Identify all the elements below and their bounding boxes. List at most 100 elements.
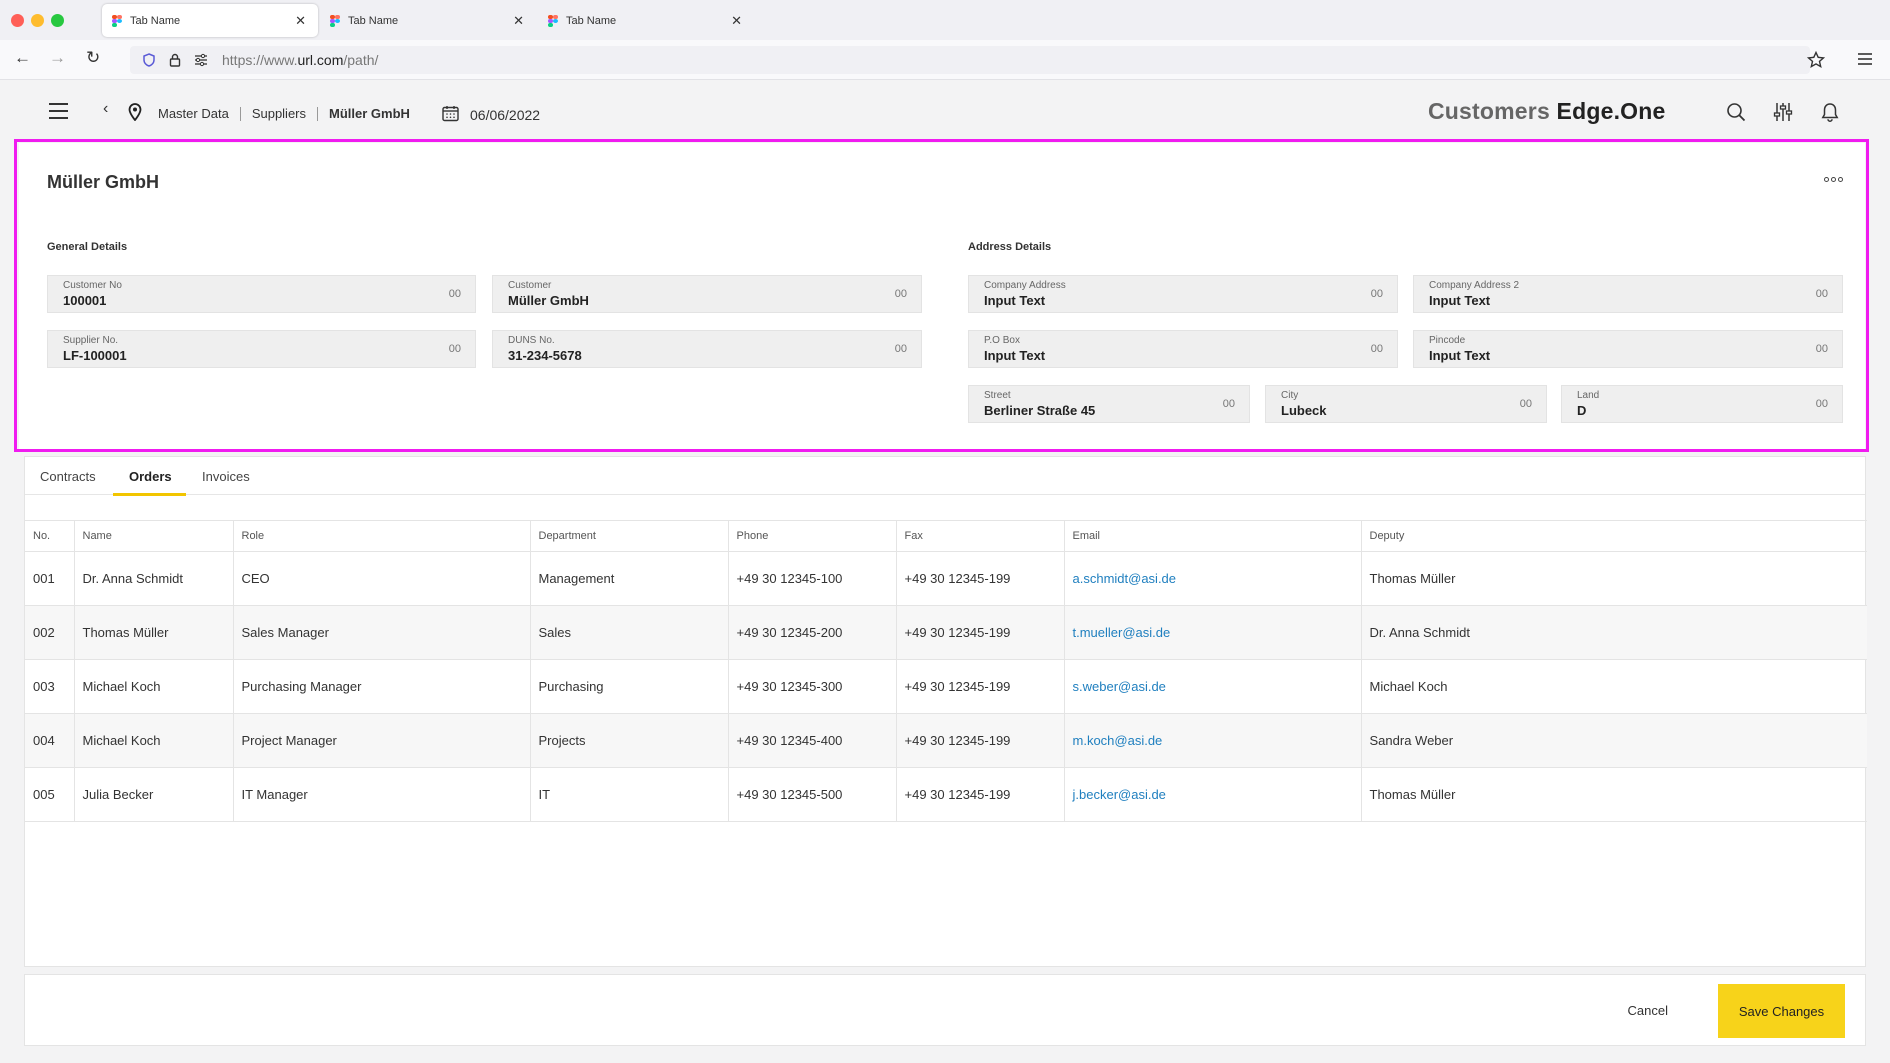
close-icon[interactable]: ✕ — [295, 13, 306, 29]
cell-email-link[interactable]: s.weber@asi.de — [1064, 659, 1362, 714]
land-field[interactable]: Land D 00 — [1561, 385, 1843, 423]
action-footer: Cancel Save Changes — [24, 974, 1866, 1046]
field-value: Müller GmbH — [508, 293, 589, 308]
brand-part-2: Edge.One — [1556, 98, 1666, 124]
save-changes-button[interactable]: Save Changes — [1718, 984, 1845, 1038]
app-header: ‹ Master Data Suppliers Müller GmbH 06/0… — [0, 81, 1890, 143]
field-suffix: 00 — [1519, 398, 1532, 410]
cell-department: Projects — [530, 713, 729, 768]
cell-email-link[interactable]: j.becker@asi.de — [1064, 767, 1362, 822]
url-text[interactable]: https://www.url.com/path/ — [222, 52, 378, 68]
column-header-deputy[interactable]: Deputy — [1361, 520, 1867, 552]
cell-fax: +49 30 12345-199 — [896, 659, 1065, 714]
more-options-icon[interactable] — [1824, 177, 1843, 182]
cell-fax: +49 30 12345-199 — [896, 551, 1065, 606]
cell-email-link[interactable]: a.schmidt@asi.de — [1064, 551, 1362, 606]
tab-invoices[interactable]: Invoices — [202, 469, 250, 484]
street-field[interactable]: Street Berliner Straße 45 00 — [968, 385, 1250, 423]
breadcrumb-item-master-data[interactable]: Master Data — [158, 106, 229, 121]
column-header-name[interactable]: Name — [74, 520, 234, 552]
window-close-button[interactable] — [11, 14, 24, 27]
reload-icon[interactable]: ↻ — [86, 48, 100, 68]
brand-logo: Customers Edge.One — [1428, 98, 1666, 125]
table-row[interactable]: 003 Michael Koch Purchasing Manager Purc… — [25, 659, 1867, 714]
supplier-no-field[interactable]: Supplier No. LF-100001 00 — [47, 330, 476, 368]
tab-contracts[interactable]: Contracts — [40, 469, 96, 484]
filter-sliders-icon[interactable] — [1773, 102, 1793, 122]
column-header-department[interactable]: Department — [530, 520, 729, 552]
figma-icon — [548, 14, 558, 27]
settings-sliders-icon[interactable] — [194, 53, 208, 67]
breadcrumb-item-suppliers[interactable]: Suppliers — [252, 106, 306, 121]
company-address-2-field[interactable]: Company Address 2 Input Text 00 — [1413, 275, 1843, 313]
column-header-role[interactable]: Role — [233, 520, 531, 552]
cell-phone: +49 30 12345-100 — [728, 551, 897, 606]
close-icon[interactable]: ✕ — [731, 13, 742, 29]
bell-icon[interactable] — [1821, 102, 1839, 122]
company-address-field[interactable]: Company Address Input Text 00 — [968, 275, 1398, 313]
cell-fax: +49 30 12345-199 — [896, 713, 1065, 768]
cell-name: Michael Koch — [74, 659, 234, 714]
field-label: Supplier No. — [63, 335, 119, 346]
search-icon[interactable] — [1726, 102, 1746, 122]
browser-tab-2[interactable]: Tab Name ✕ — [320, 4, 536, 37]
field-suffix: 00 — [1815, 398, 1828, 410]
cell-phone: +49 30 12345-500 — [728, 767, 897, 822]
city-field[interactable]: City Lubeck 00 — [1265, 385, 1547, 423]
back-arrow-icon[interactable]: ← — [14, 48, 31, 68]
duns-no-field[interactable]: DUNS No. 31-234-5678 00 — [492, 330, 922, 368]
calendar-icon[interactable] — [442, 105, 459, 122]
tab-label: Tab Name — [130, 14, 181, 27]
url-prefix: https://www. — [222, 52, 298, 68]
menu-icon[interactable] — [1857, 52, 1873, 66]
window-maximize-button[interactable] — [51, 14, 64, 27]
hamburger-menu-icon[interactable] — [49, 103, 68, 119]
field-suffix: 00 — [1370, 288, 1383, 300]
column-header-no[interactable]: No. — [25, 520, 75, 552]
cell-fax: +49 30 12345-199 — [896, 767, 1065, 822]
cancel-button[interactable]: Cancel — [1628, 1003, 1668, 1018]
address-details-heading: Address Details — [968, 241, 1052, 253]
address-bar[interactable]: https://www.url.com/path/ — [130, 46, 1810, 74]
field-value: LF-100001 — [63, 348, 127, 363]
table-row[interactable]: 004 Michael Koch Project Manager Project… — [25, 713, 1867, 768]
browser-tab-3[interactable]: Tab Name ✕ — [538, 4, 754, 37]
field-label: Company Address 2 — [1429, 280, 1520, 291]
browser-tab-bar: Tab Name ✕ Tab Name ✕ Tab Name ✕ — [0, 0, 1890, 40]
window-minimize-button[interactable] — [31, 14, 44, 27]
general-details-heading: General Details — [47, 241, 128, 253]
browser-tab-1[interactable]: Tab Name ✕ — [102, 4, 318, 37]
tab-orders[interactable]: Orders — [129, 469, 172, 484]
cell-deputy: Dr. Anna Schmidt — [1361, 605, 1867, 660]
field-suffix: 00 — [894, 288, 907, 300]
po-box-field[interactable]: P.O Box Input Text 00 — [968, 330, 1398, 368]
table-row[interactable]: 002 Thomas Müller Sales Manager Sales +4… — [25, 605, 1867, 660]
browser-toolbar: ← → ↻ https://www.url.com/path/ — [0, 40, 1890, 80]
star-icon[interactable] — [1807, 51, 1825, 69]
cell-email-link[interactable]: m.koch@asi.de — [1064, 713, 1362, 768]
cell-name: Thomas Müller — [74, 605, 234, 660]
active-tab-indicator — [113, 493, 186, 496]
column-header-fax[interactable]: Fax — [896, 520, 1065, 552]
field-suffix: 00 — [1222, 398, 1235, 410]
brand-part-1: Customers — [1428, 98, 1550, 124]
cell-department: Management — [530, 551, 729, 606]
table-row[interactable]: 005 Julia Becker IT Manager IT +49 30 12… — [25, 767, 1867, 822]
table-row[interactable]: 001 Dr. Anna Schmidt CEO Management +49 … — [25, 551, 1867, 606]
customer-no-field[interactable]: Customer No 100001 00 — [47, 275, 476, 313]
forward-arrow-icon[interactable]: → — [49, 48, 66, 68]
cell-deputy: Sandra Weber — [1361, 713, 1867, 768]
field-value: 100001 — [63, 293, 107, 308]
column-header-phone[interactable]: Phone — [728, 520, 897, 552]
cell-email-link[interactable]: t.mueller@asi.de — [1064, 605, 1362, 660]
tab-bar: Contracts Orders Invoices — [25, 457, 1865, 496]
close-icon[interactable]: ✕ — [513, 13, 524, 29]
field-label: Pincode — [1429, 335, 1466, 346]
url-domain: url.com — [297, 52, 344, 68]
customer-field[interactable]: Customer Müller GmbH 00 — [492, 275, 922, 313]
chevron-left-icon[interactable]: ‹ — [103, 100, 108, 118]
cell-name: Dr. Anna Schmidt — [74, 551, 234, 606]
tab-label: Tab Name — [348, 14, 399, 27]
pincode-field[interactable]: Pincode Input Text 00 — [1413, 330, 1843, 368]
column-header-email[interactable]: Email — [1064, 520, 1362, 552]
